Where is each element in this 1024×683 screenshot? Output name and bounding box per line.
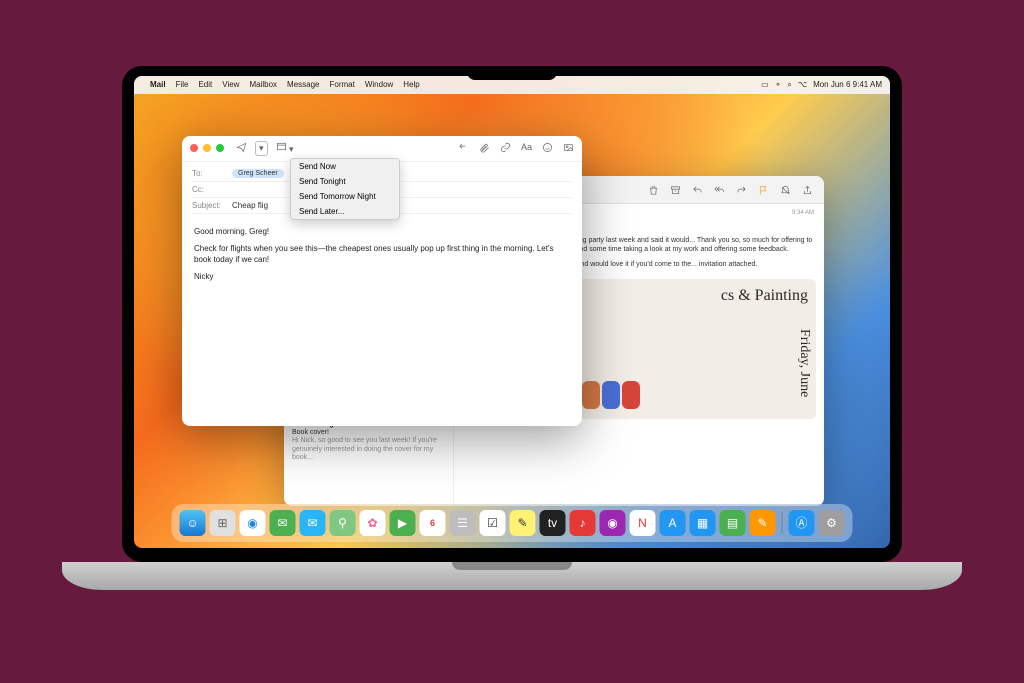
cc-label: Cc:: [192, 185, 232, 194]
flag-icon[interactable]: [758, 183, 770, 195]
battery-icon[interactable]: ▭: [761, 80, 769, 89]
laptop-base: [62, 562, 962, 590]
reply-all-icon[interactable]: [714, 183, 726, 195]
dock-separator: [782, 512, 783, 534]
macbook-frame: Mail File Edit View Mailbox Message Form…: [122, 66, 902, 590]
menu-format[interactable]: Format: [330, 80, 355, 89]
dock-tv[interactable]: tv: [540, 510, 566, 536]
display-notch: [467, 66, 557, 80]
message-timestamp: 9:34 AM: [792, 210, 814, 216]
body-line: Check for flights when you see this—the …: [194, 243, 570, 265]
dock-reminders[interactable]: ☑: [480, 510, 506, 536]
attachment-title: cs & Painting: [721, 287, 808, 305]
display: Mail File Edit View Mailbox Message Form…: [134, 76, 890, 548]
menubar-datetime[interactable]: Mon Jun 6 9:41 AM: [813, 80, 882, 89]
menubar-app-name[interactable]: Mail: [150, 80, 166, 89]
attachment-date: Friday, June: [796, 329, 812, 397]
dock-launchpad[interactable]: ⊞: [210, 510, 236, 536]
header-fields-icon[interactable]: ▾: [276, 141, 294, 155]
window-controls: [190, 144, 224, 152]
trash-icon[interactable]: [648, 183, 660, 195]
send-now-item[interactable]: Send Now: [291, 159, 399, 174]
dock-podcasts[interactable]: ◉: [600, 510, 626, 536]
photo-icon[interactable]: [563, 142, 574, 155]
compose-body[interactable]: Good morning, Greg! Check for flights wh…: [182, 218, 582, 297]
dock-photos[interactable]: ✿: [360, 510, 386, 536]
dock-safari[interactable]: ◉: [240, 510, 266, 536]
mute-icon[interactable]: [780, 183, 792, 195]
attach-icon[interactable]: [479, 142, 490, 155]
menu-edit[interactable]: Edit: [198, 80, 212, 89]
send-later-item[interactable]: Send Later...: [291, 204, 399, 219]
link-icon[interactable]: [500, 142, 511, 155]
dock-facetime[interactable]: ▶: [390, 510, 416, 536]
menu-help[interactable]: Help: [403, 80, 419, 89]
dock-contacts[interactable]: ☰: [450, 510, 476, 536]
dock-keynote[interactable]: ▦: [690, 510, 716, 536]
control-center-icon[interactable]: ⌥: [798, 80, 807, 89]
body-greeting: Good morning, Greg!: [194, 226, 570, 237]
dock-messages[interactable]: ✉: [270, 510, 296, 536]
share-icon[interactable]: [802, 183, 814, 195]
wifi-icon[interactable]: ⚬: [775, 80, 782, 89]
dock-finder[interactable]: ☺: [180, 510, 206, 536]
forward-icon[interactable]: [736, 183, 748, 195]
archive-icon[interactable]: [670, 183, 682, 195]
send-icon[interactable]: [236, 142, 247, 155]
dock-music[interactable]: ♪: [570, 510, 596, 536]
send-tomorrow-night-item[interactable]: Send Tomorrow Night: [291, 189, 399, 204]
dock-settings[interactable]: ⚙: [819, 510, 845, 536]
send-tonight-item[interactable]: Send Tonight: [291, 174, 399, 189]
emoji-icon[interactable]: [542, 142, 553, 155]
send-schedule-dropdown: Send Now Send Tonight Send Tomorrow Nigh…: [290, 158, 400, 220]
dock-more[interactable]: Ⓐ: [789, 510, 815, 536]
compose-window[interactable]: ▾ ▾ Aa Send Now Send Tonight Sen: [182, 136, 582, 426]
subject-field[interactable]: Cheap flig: [232, 201, 268, 210]
minimize-button[interactable]: [203, 144, 211, 152]
dock-pages[interactable]: ✎: [750, 510, 776, 536]
menu-message[interactable]: Message: [287, 80, 319, 89]
dock-calendar[interactable]: 6: [420, 510, 446, 536]
dock-numbers[interactable]: ▤: [720, 510, 746, 536]
search-icon[interactable]: ⌕: [787, 80, 791, 90]
screen-bezel: Mail File Edit View Mailbox Message Form…: [122, 66, 902, 562]
menu-window[interactable]: Window: [365, 80, 393, 89]
dock-mail[interactable]: ✉: [300, 510, 326, 536]
reply-icon[interactable]: [692, 183, 704, 195]
reply-format-icon[interactable]: [458, 142, 469, 155]
dock-appstore[interactable]: A: [660, 510, 686, 536]
to-recipient-pill[interactable]: Greg Scheer: [232, 169, 284, 178]
dock-news[interactable]: N: [630, 510, 656, 536]
cc-field[interactable]: [232, 185, 572, 193]
to-label: To:: [192, 169, 232, 178]
close-button[interactable]: [190, 144, 198, 152]
dock-maps[interactable]: ⚲: [330, 510, 356, 536]
send-later-dropdown-icon[interactable]: ▾: [255, 141, 268, 156]
dock: ☺ ⊞ ◉ ✉ ✉ ⚲ ✿ ▶ 6 ☰ ☑ ✎ tv ♪ ◉ N A ▦ ▤ ✎: [172, 504, 853, 542]
menu-file[interactable]: File: [176, 80, 189, 89]
format-text-icon[interactable]: Aa: [521, 142, 532, 155]
dock-notes[interactable]: ✎: [510, 510, 536, 536]
body-signature: Nicky: [194, 271, 570, 282]
menu-view[interactable]: View: [222, 80, 239, 89]
menu-mailbox[interactable]: Mailbox: [249, 80, 277, 89]
subject-label: Subject:: [192, 201, 232, 210]
zoom-button[interactable]: [216, 144, 224, 152]
